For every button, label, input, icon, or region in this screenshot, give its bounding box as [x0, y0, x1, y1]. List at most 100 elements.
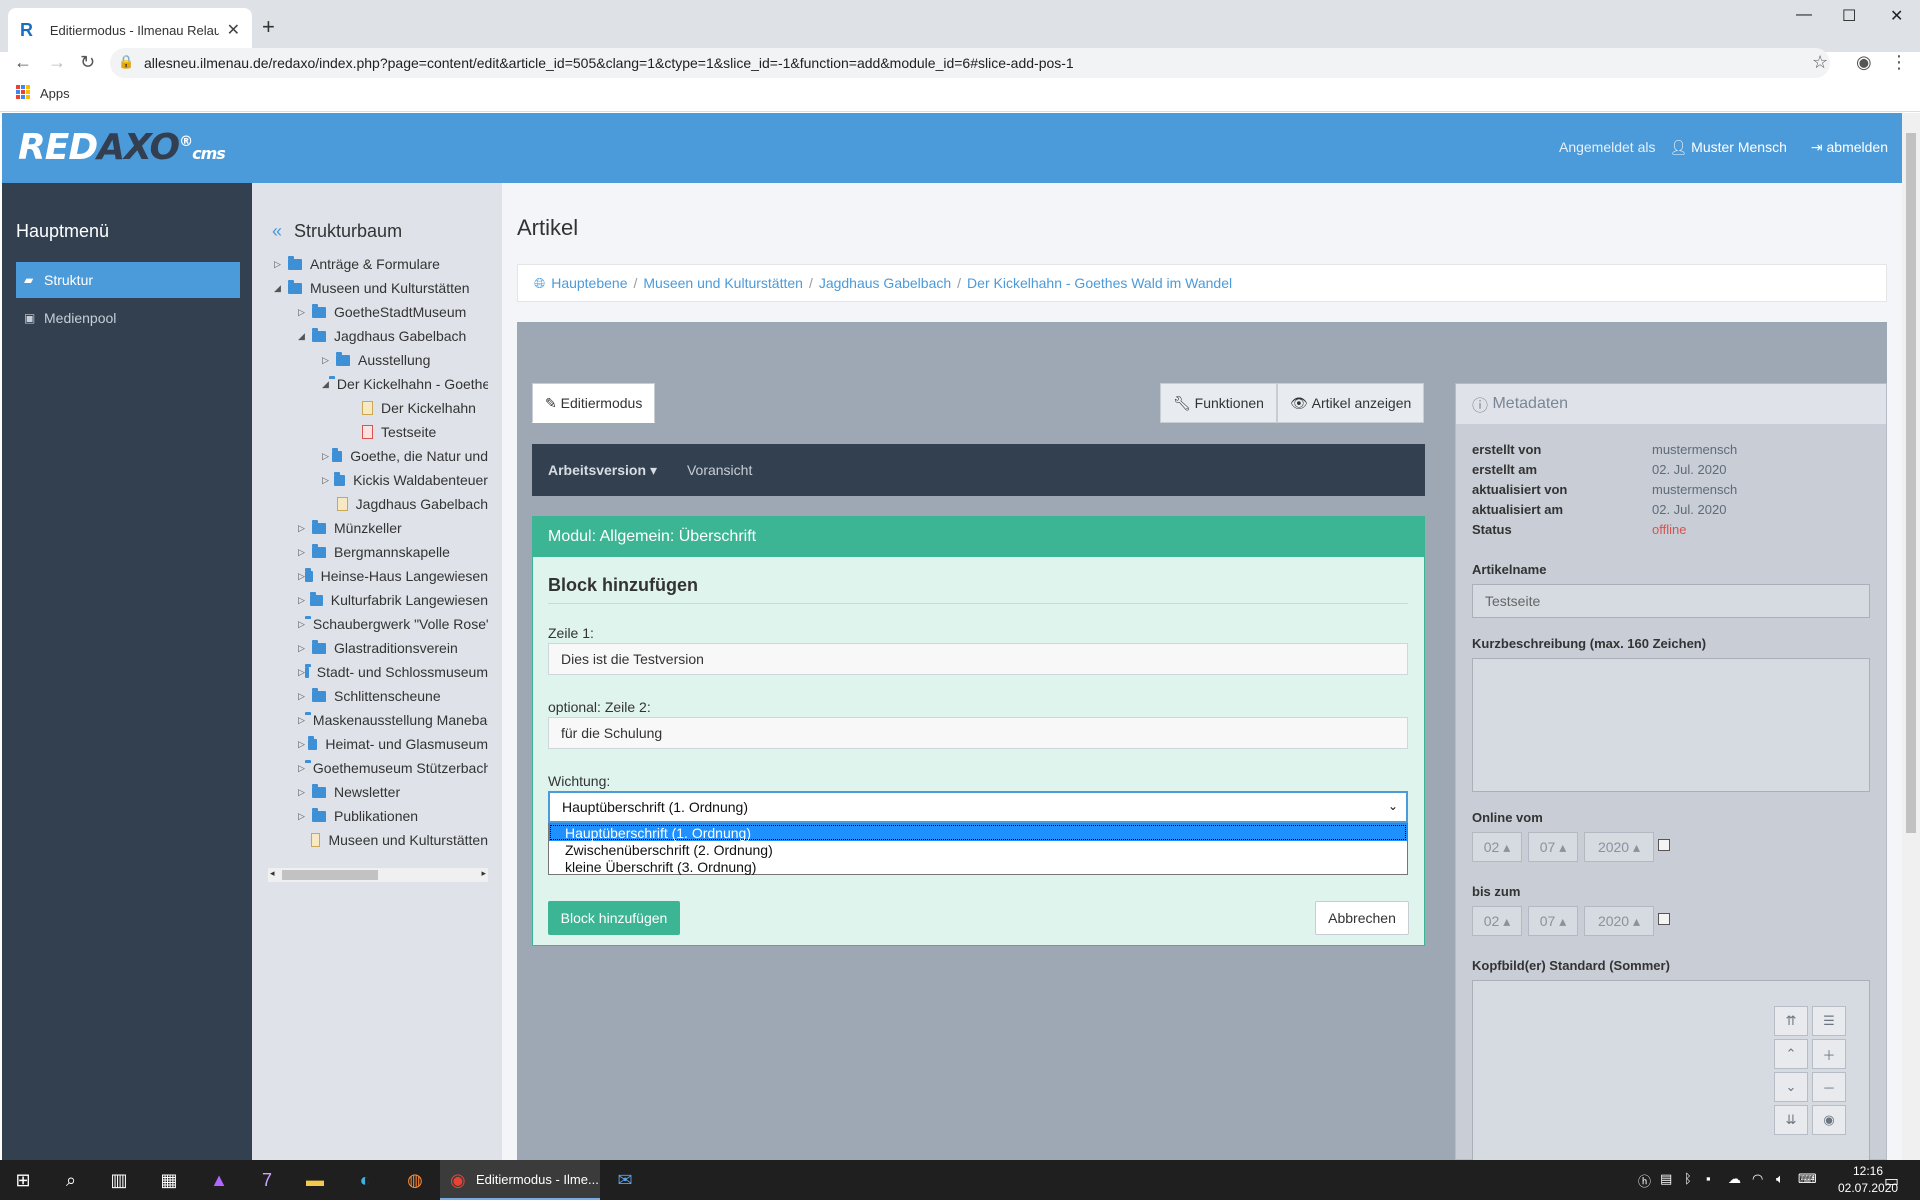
expand-toggle-icon[interactable]: ▷: [322, 451, 332, 462]
apps-bookmark[interactable]: Apps: [40, 86, 70, 101]
reload-icon[interactable]: ↻: [80, 52, 95, 73]
tree-node[interactable]: ◢ Der Kickelhahn - Goethes Wald im Wandel: [322, 374, 488, 394]
expand-toggle-icon[interactable]: ▷: [298, 619, 305, 630]
tree-node[interactable]: ▷ Stadt- und Schlossmuseum: [298, 662, 488, 682]
windows-start-icon[interactable]: ⊞: [10, 1168, 36, 1192]
tree-node[interactable]: ◢ Museen und Kulturstätten: [274, 278, 488, 298]
plus-icon[interactable]: ＋: [1812, 1039, 1846, 1069]
hp-icon[interactable]: ⓗ: [1638, 1171, 1651, 1190]
move-down-icon[interactable]: ⌄: [1774, 1072, 1808, 1102]
expand-toggle-icon[interactable]: ▷: [298, 643, 312, 654]
tree-node[interactable]: ▷ Ausstellung: [322, 350, 488, 370]
online-to-month[interactable]: 07 ▴: [1528, 906, 1578, 936]
tree-node[interactable]: ▷ Kickis Waldabenteuer: [322, 470, 488, 490]
breadcrumb-item[interactable]: Museen und Kulturstätten: [643, 275, 803, 291]
tree-node[interactable]: Testseite: [346, 422, 488, 442]
affinity-icon[interactable]: ▲: [206, 1168, 232, 1192]
notifications-icon[interactable]: ▭: [1884, 1171, 1899, 1191]
online-to-day[interactable]: 02 ▴: [1472, 906, 1522, 936]
tree-node[interactable]: ▷ Newsletter: [298, 782, 488, 802]
tree-node[interactable]: Der Kickelhahn: [346, 398, 488, 418]
back-icon[interactable]: ←: [14, 52, 32, 73]
tree-node[interactable]: ▷ Anträge & Formulare: [274, 254, 488, 274]
expand-toggle-icon[interactable]: ◢: [322, 379, 329, 390]
address-bar[interactable]: allesneu.ilmenau.de/redaxo/index.php?pag…: [110, 48, 1830, 78]
forward-icon[interactable]: →: [48, 52, 66, 73]
search-icon[interactable]: ⌕: [58, 1168, 84, 1192]
tab-artikel-anzeigen[interactable]: 👁︎ Artikel anzeigen: [1277, 383, 1425, 423]
volume-icon[interactable]: 🔈︎: [1776, 1171, 1784, 1187]
breadcrumb-item[interactable]: Hauptebene: [551, 275, 627, 291]
add-block-button[interactable]: Block hinzufügen: [548, 901, 680, 935]
expand-toggle-icon[interactable]: ▷: [298, 547, 312, 558]
tree-node[interactable]: Museen und Kulturstätten: [298, 830, 488, 850]
tab-funktionen[interactable]: 🔧︎ Funktionen: [1160, 383, 1277, 423]
language-icon[interactable]: ⌨: [1798, 1171, 1817, 1187]
tab-editiermodus[interactable]: ✎ Editiermodus: [532, 383, 656, 423]
list-icon[interactable]: ☰: [1812, 1006, 1846, 1036]
breadcrumb-item[interactable]: Der Kickelhahn - Goethes Wald im Wandel: [967, 275, 1232, 291]
app-7-icon[interactable]: 7: [254, 1168, 280, 1192]
expand-toggle-icon[interactable]: ▷: [298, 739, 308, 750]
collapse-tree-icon[interactable]: «: [272, 221, 282, 241]
expand-toggle-icon[interactable]: ▷: [298, 763, 305, 774]
menu-icon[interactable]: ⋮: [1890, 52, 1908, 73]
onedrive-icon[interactable]: ☁: [1728, 1171, 1741, 1187]
expand-toggle-icon[interactable]: ▷: [298, 811, 312, 822]
expand-toggle-icon[interactable]: ▷: [298, 523, 312, 534]
description-textarea[interactable]: [1472, 658, 1870, 792]
weight-option[interactable]: kleine Überschrift (3. Ordnung): [549, 858, 1407, 875]
maximize-icon[interactable]: ☐: [1842, 6, 1856, 26]
line1-input[interactable]: Dies ist die Testversion: [548, 643, 1408, 675]
tree-node[interactable]: ▷ Goethemuseum Stützerbach: [298, 758, 488, 778]
apps-icon[interactable]: [16, 85, 30, 99]
close-tab-icon[interactable]: ✕: [227, 20, 240, 40]
expand-toggle-icon[interactable]: ◢: [274, 283, 288, 294]
page-scrollbar[interactable]: [1902, 113, 1920, 1160]
breadcrumb-item[interactable]: Jagdhaus Gabelbach: [819, 275, 951, 291]
expand-toggle-icon[interactable]: ▷: [322, 475, 334, 486]
redaxo-logo[interactable]: REDAXO®cms: [18, 127, 226, 168]
tree-node[interactable]: ▷ Glastraditionsverein: [298, 638, 488, 658]
online-from-day[interactable]: 02 ▴: [1472, 832, 1522, 862]
expand-toggle-icon[interactable]: ▷: [298, 787, 312, 798]
online-from-month[interactable]: 07 ▴: [1528, 832, 1578, 862]
move-up-icon[interactable]: ⌃: [1774, 1039, 1808, 1069]
tree-node[interactable]: ▷ Heimat- und Glasmuseum: [298, 734, 488, 754]
expand-toggle-icon[interactable]: ▷: [274, 259, 288, 270]
sidebar-item-struktur[interactable]: ▰ Struktur: [16, 262, 240, 298]
calculator-icon[interactable]: ▦: [156, 1168, 182, 1192]
tree-node[interactable]: ▷ Heinse-Haus Langewiesen: [298, 566, 488, 586]
online-to-year[interactable]: 2020 ▴: [1584, 906, 1654, 936]
tree-horizontal-scrollbar[interactable]: ◂ ▸: [268, 868, 488, 882]
weight-option[interactable]: Zwischenüberschrift (2. Ordnung): [549, 841, 1407, 858]
expand-toggle-icon[interactable]: ▷: [298, 571, 305, 582]
expand-toggle-icon[interactable]: ▷: [298, 667, 305, 678]
lock-icon[interactable]: 🔒: [118, 54, 134, 70]
tray-app-icon[interactable]: ▤: [1660, 1171, 1672, 1187]
expand-toggle-icon[interactable]: ▷: [298, 691, 312, 702]
tree-node[interactable]: ▷ Kulturfabrik Langewiesen: [298, 590, 488, 610]
task-view-icon[interactable]: ▥: [106, 1168, 132, 1192]
bluetooth-icon[interactable]: ᛒ: [1684, 1171, 1692, 1186]
tree-node[interactable]: ▷ Goethe, die Natur und: [322, 446, 488, 466]
tree-node[interactable]: ▷ Publikationen: [298, 806, 488, 826]
page-scroll-thumb[interactable]: [1906, 133, 1916, 833]
weight-option[interactable]: Hauptüberschrift (1. Ordnung): [549, 824, 1407, 841]
user-link[interactable]: 👤︎ Muster Mensch: [1670, 139, 1787, 156]
profile-icon[interactable]: ◉: [1856, 52, 1872, 73]
scroll-right-icon[interactable]: ▸: [481, 868, 486, 879]
tree-node[interactable]: ▷ Bergmannskapelle: [298, 542, 488, 562]
taskbar-chrome-window[interactable]: ◉ Editiermodus - Ilme...: [440, 1160, 600, 1200]
tree-node[interactable]: ▷ Münzkeller: [298, 518, 488, 538]
firefox-icon[interactable]: ◍: [402, 1168, 428, 1192]
weight-select[interactable]: Hauptüberschrift (1. Ordnung) ⌄: [548, 791, 1408, 823]
bookmark-star-icon[interactable]: ☆: [1812, 52, 1828, 73]
scroll-left-icon[interactable]: ◂: [270, 868, 275, 879]
expand-toggle-icon[interactable]: ▷: [322, 355, 336, 366]
online-from-year[interactable]: 2020 ▴: [1584, 832, 1654, 862]
defender-icon[interactable]: ▪: [1706, 1171, 1711, 1186]
new-tab-icon[interactable]: +: [262, 14, 275, 40]
line2-input[interactable]: für die Schulung: [548, 717, 1408, 749]
online-from-checkbox[interactable]: [1658, 839, 1670, 851]
